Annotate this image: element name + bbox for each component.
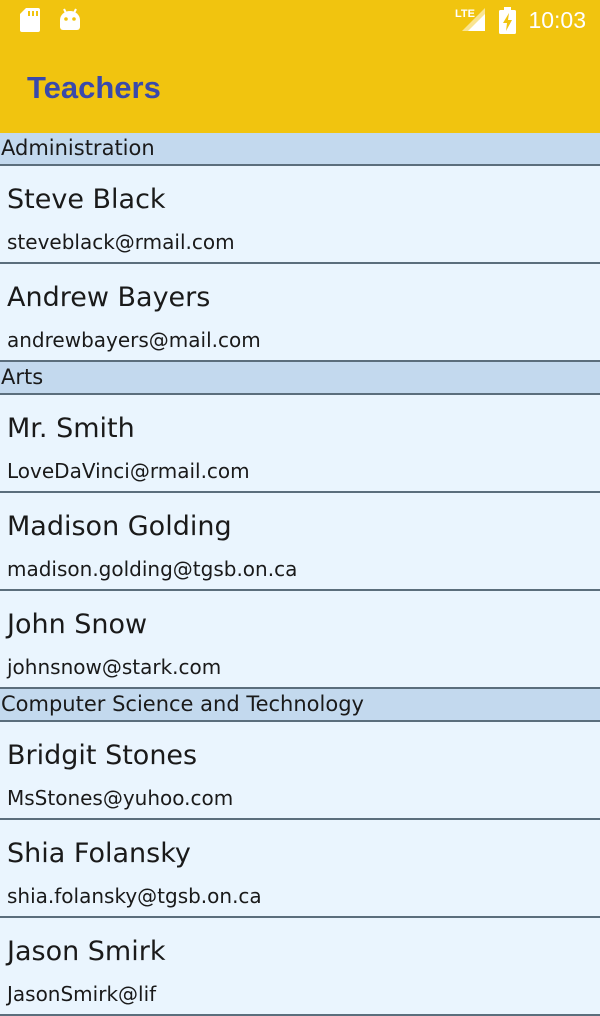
teacher-email: LoveDaVinci@rmail.com [7,459,250,483]
list-item[interactable]: Mr. Smith LoveDaVinci@rmail.com [0,395,600,493]
teacher-name: Madison Golding [7,511,232,542]
teacher-list: Administration Steve Black steveblack@rm… [0,133,600,1016]
list-item[interactable]: Shia Folansky shia.folansky@tgsb.on.ca [0,820,600,918]
section-header-administration: Administration [0,133,600,166]
teacher-name: Andrew Bayers [7,282,211,313]
teacher-email: steveblack@rmail.com [7,230,235,254]
teacher-name: Shia Folansky [7,838,191,869]
battery-charging-icon [499,7,516,38]
teacher-name: Bridgit Stones [7,740,198,771]
teacher-name: Jason Smirk [7,936,166,967]
list-item[interactable]: Steve Black steveblack@rmail.com [0,166,600,264]
app-bar: LTE 10:03 Teachers [0,0,600,133]
lte-signal-icon: LTE [455,6,487,36]
status-bar: LTE 10:03 [0,0,600,40]
teacher-email: JasonSmirk@lif [7,982,157,1006]
list-item[interactable]: John Snow johnsnow@stark.com [0,591,600,689]
teacher-name: Steve Black [7,184,166,215]
section-header-computer-science: Computer Science and Technology [0,689,600,722]
list-item[interactable]: Madison Golding madison.golding@tgsb.on.… [0,493,600,591]
teacher-name: John Snow [7,609,148,640]
teacher-email: MsStones@yuhoo.com [7,786,234,810]
svg-text:LTE: LTE [455,8,475,20]
sd-card-icon [20,8,40,36]
status-time: 10:03 [528,7,586,33]
android-debug-icon [59,8,81,36]
list-item[interactable]: Jason Smirk JasonSmirk@lif [0,918,600,1016]
teacher-email: madison.golding@tgsb.on.ca [7,557,298,581]
teacher-name: Mr. Smith [7,413,135,444]
list-item[interactable]: Andrew Bayers andrewbayers@mail.com [0,264,600,362]
teacher-email: shia.folansky@tgsb.on.ca [7,884,262,908]
page-title: Teachers [27,70,161,105]
teacher-email: andrewbayers@mail.com [7,328,261,352]
teacher-email: johnsnow@stark.com [7,655,222,679]
section-header-arts: Arts [0,362,600,395]
list-item[interactable]: Bridgit Stones MsStones@yuhoo.com [0,722,600,820]
